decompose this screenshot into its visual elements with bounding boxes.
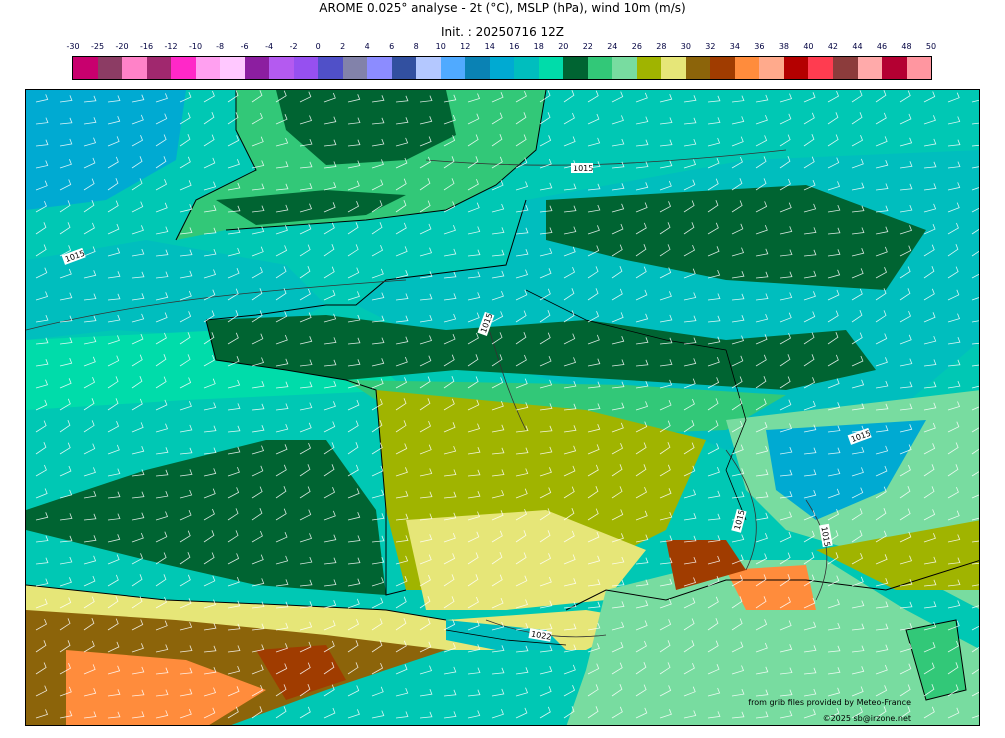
colorbar-tick-label: 36	[754, 42, 765, 51]
colorbar-tick-label: -6	[240, 42, 249, 51]
source-credit: from grib files provided by Meteo-France	[748, 698, 911, 707]
colorbar-cell	[906, 57, 932, 79]
colorbar-cell	[783, 57, 809, 79]
colorbar-tick-label: 8	[413, 42, 419, 51]
colorbar-cell	[685, 57, 711, 79]
colorbar-cell	[171, 57, 196, 79]
colorbar-tick-label: 30	[680, 42, 691, 51]
colorbar-cell	[808, 57, 833, 79]
colorbar-tick-label: -20	[115, 42, 129, 51]
colorbar-cell	[832, 57, 858, 79]
colorbar-tick-label: -12	[164, 42, 178, 51]
colorbar-cell	[293, 57, 319, 79]
copyright-credit: ©2025 sb@irzone.net	[822, 714, 911, 723]
colorbar-cell	[440, 57, 466, 79]
colorbar-cell	[73, 57, 98, 79]
colorbar-cell	[612, 57, 637, 79]
colorbar-tick-label: 18	[533, 42, 544, 51]
colorbar-tick-label: 32	[705, 42, 716, 51]
chart-title: AROME 0.025° analyse - 2t (°C), MSLP (hP…	[319, 1, 686, 15]
weather-map: 1015 1015 1015 1015 1015 1015 1022	[25, 89, 980, 726]
colorbar-tick-label: -16	[139, 42, 154, 51]
colorbar-cell	[882, 57, 907, 79]
colorbar-cell	[857, 57, 883, 79]
colorbar-tick-label: 24	[607, 42, 618, 51]
colorbar-tick-label: 10	[435, 42, 446, 51]
colorbar-cell	[416, 57, 441, 79]
colorbar-cell	[195, 57, 221, 79]
colorbar-cell	[759, 57, 784, 79]
colorbar-cell	[710, 57, 735, 79]
colorbar-cell	[146, 57, 172, 79]
colorbar-tick-label: 40	[803, 42, 814, 51]
colorbar-tick-label: -25	[90, 42, 105, 51]
colorbar-cell	[636, 57, 662, 79]
colorbar-tick-label: -10	[189, 42, 203, 51]
colorbar-tick-label: 34	[729, 42, 740, 51]
colorbar-tick-label: 42	[827, 42, 839, 51]
colorbar-tick-label: 26	[631, 42, 642, 51]
colorbar-cell	[367, 57, 392, 79]
colorbar-tick-label: 12	[460, 42, 471, 51]
colorbar-cell	[538, 57, 564, 79]
colorbar-cell	[514, 57, 539, 79]
map-canvas: 1015 1015 1015 1015 1015 1015 1022	[26, 90, 979, 725]
colorbar-cell	[563, 57, 588, 79]
colorbar-cell	[318, 57, 343, 79]
colorbar-tick-label: 28	[656, 42, 667, 51]
colorbar-cell	[465, 57, 490, 79]
colorbar-tick-label: 0	[315, 42, 321, 51]
colorbar-tick-label: -2	[289, 42, 298, 51]
colorbar-cell	[122, 57, 147, 79]
colorbar-tick-label: -4	[265, 42, 274, 51]
colorbar-cell	[269, 57, 294, 79]
colorbar-tick-label: 16	[509, 42, 520, 51]
colorbar-tick-label: 20	[558, 42, 569, 51]
init-time: Init. : 20250716 12Z	[440, 25, 565, 39]
colorbar-tick-label: -30	[66, 42, 80, 51]
colorbar-cell	[244, 57, 270, 79]
colorbar-tick-label: 4	[364, 42, 370, 51]
colorbar-cell	[391, 57, 417, 79]
colorbar-cell	[97, 57, 123, 79]
temperature-colorbar	[72, 56, 932, 80]
colorbar-cell	[661, 57, 686, 79]
colorbar-tick-label: 22	[582, 42, 593, 51]
colorbar-tick-label: 38	[778, 42, 789, 51]
colorbar-tick-label: 14	[484, 42, 495, 51]
colorbar-tick-label: 6	[389, 42, 395, 51]
colorbar-cell	[489, 57, 515, 79]
colorbar-tick-label: -8	[216, 42, 225, 51]
colorbar-tick-label: 2	[340, 42, 346, 51]
colorbar-tick-label: 50	[925, 42, 937, 51]
colorbar-cell	[587, 57, 613, 79]
colorbar-tick-label: 48	[901, 42, 912, 51]
colorbar-cell	[342, 57, 368, 79]
colorbar-tick-label: 44	[852, 42, 863, 51]
colorbar-tick-label: 46	[876, 42, 888, 51]
colorbar-cell	[734, 57, 760, 79]
colorbar-cell	[220, 57, 245, 79]
